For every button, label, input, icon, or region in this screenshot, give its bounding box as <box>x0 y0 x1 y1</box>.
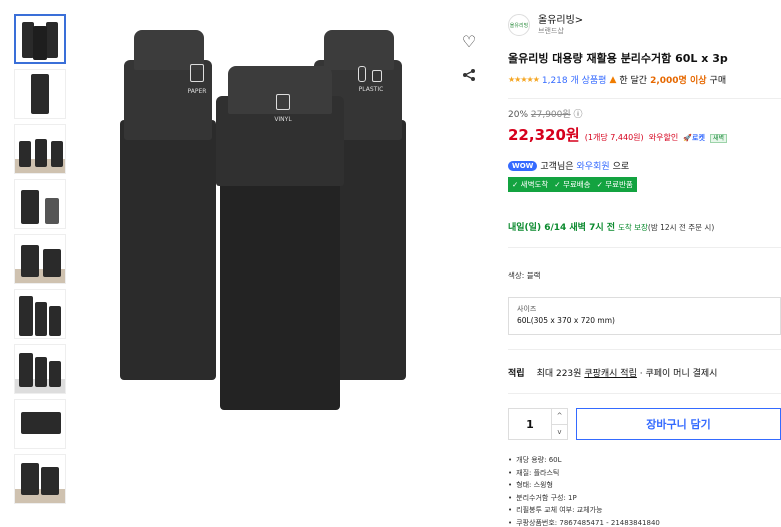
add-to-cart-button[interactable]: 장바구니 담기 <box>576 408 781 440</box>
purchase-note-prefix: 한 달간 <box>619 76 648 86</box>
plastic-label: PLASTIC <box>358 86 384 93</box>
arrival-row: 내일(일) 6/14 새벽 7시 전 도착 보장(밤 12시 전 주문 시) <box>508 220 781 233</box>
cart-row: 1 ^ v 장바구니 담기 <box>508 408 781 440</box>
share-icon[interactable] <box>456 62 482 88</box>
brand-shop-label: 브랜드샵 <box>538 26 564 35</box>
spec-item: 개당 용량: 60L <box>508 454 781 467</box>
discount-rate: 20% <box>508 110 529 120</box>
rating-row: ★★★★★ 1,218 개 상품평 ▲ 한 달간 2,000명 이상 구매 <box>508 73 781 87</box>
thumbnail-2[interactable] <box>14 69 66 119</box>
thumbnail-1[interactable] <box>14 14 66 64</box>
thumbnail-6[interactable] <box>14 289 66 339</box>
recycle-bin-vinyl <box>220 170 340 410</box>
thumbnail-4[interactable] <box>14 179 66 229</box>
unit-price: (1개당 7,440원) <box>584 133 644 142</box>
perk-badges: ✓ 새벽도착 ✓ 무료배송 ✓ 무료반품 <box>508 177 637 192</box>
bottle-icon <box>358 66 366 82</box>
earn-label: 적립 <box>508 369 525 379</box>
color-option: 색상: 블랙 <box>508 271 541 280</box>
quantity-stepper[interactable]: 1 ^ v <box>508 408 568 440</box>
purchase-suffix: 구매 <box>709 76 727 86</box>
earn-prefix: 최대 223원 <box>536 369 582 379</box>
product-title: 올유리빙 대용량 재활용 분리수거함 60L x 3p <box>508 52 728 65</box>
paper-icon <box>190 64 204 82</box>
star-rating-icon: ★★★★★ <box>508 75 540 84</box>
earn-suffix: · 쿠페이 머니 결제시 <box>639 369 718 379</box>
spec-item: 쿠팡상품번호: 7867485471 - 21483841840 <box>508 517 781 527</box>
divider <box>508 247 781 248</box>
quantity-value[interactable]: 1 <box>509 409 551 439</box>
perk-free-return: ✓ 무료반품 <box>596 180 633 189</box>
divider <box>508 349 781 350</box>
quantity-down-button[interactable]: v <box>552 425 567 440</box>
thumbnail-9[interactable] <box>14 454 66 504</box>
spec-list: 개당 용량: 60L 재질: 플라스틱 형태: 스윙형 분리수거함 구성: 1P… <box>508 454 781 527</box>
size-value: 60L(305 x 370 x 720 mm) <box>517 316 615 325</box>
fire-icon: ▲ <box>609 74 617 85</box>
spec-item: 분리수거함 구성: 1P <box>508 492 781 505</box>
thumbnail-list <box>14 14 66 509</box>
arrival-date: 내일(일) 6/14 새벽 7시 전 <box>508 223 616 233</box>
thumbnail-3[interactable] <box>14 124 66 174</box>
product-main-image: PAPER PLASTIC VINYL <box>120 20 460 420</box>
spec-item: 형태: 스윙형 <box>508 479 781 492</box>
brand-row[interactable]: 올유리빙 올유리빙> 브랜드샵 <box>508 12 781 38</box>
quantity-up-button[interactable]: ^ <box>552 409 567 425</box>
spec-item: 재질: 플라스틱 <box>508 467 781 480</box>
dawn-badge: 새벽 <box>709 134 728 143</box>
price-row: 22,320원 (1개당 7,440원) 와우할인 🚀로켓 새벽 <box>508 124 781 145</box>
wow-text-a: 고객님은 <box>540 162 574 172</box>
size-label: 사이즈 <box>517 305 537 313</box>
vinyl-label: VINYL <box>274 116 292 123</box>
divider <box>508 393 781 394</box>
info-icon[interactable]: ⓘ <box>574 110 583 120</box>
thumbnail-8[interactable] <box>14 399 66 449</box>
recycle-bin-paper <box>120 120 216 380</box>
original-price: 27,900원 <box>530 110 571 120</box>
thumbnail-7[interactable] <box>14 344 66 394</box>
paper-label: PAPER <box>187 88 207 95</box>
perk-free-shipping: ✓ 무료배송 <box>554 180 591 189</box>
review-count-link[interactable]: 1,218 개 상품평 <box>542 73 607 86</box>
wow-discount-label: 와우할인 <box>648 133 679 142</box>
perk-dawn-delivery: ✓ 새벽도착 <box>512 180 549 189</box>
arrival-note: (밤 12시 전 주문 시) <box>647 223 715 232</box>
size-selector[interactable]: 사이즈 60L(305 x 370 x 720 mm) <box>508 297 781 335</box>
brand-name[interactable]: 올유리빙> <box>538 15 583 27</box>
wow-text-c: 으로 <box>612 162 630 172</box>
thumbnail-5[interactable] <box>14 234 66 284</box>
brand-logo: 올유리빙 <box>508 14 530 36</box>
sale-price: 22,320원 <box>508 126 580 144</box>
arrival-guarantee: 도착 보장 <box>617 223 648 232</box>
rocket-label: 로켓 <box>692 134 705 142</box>
purchase-count: 2,000명 이상 <box>650 76 707 86</box>
wow-badge: WOW <box>508 160 538 171</box>
earn-row: 적립 최대 223원 쿠팡캐시 적립 · 쿠페이 머니 결제시 <box>508 366 781 379</box>
discount-row: 20% 27,900원 ⓘ <box>508 107 781 120</box>
share-glyph <box>463 69 475 81</box>
coupang-cash-link[interactable]: 쿠팡캐시 적립 <box>584 369 637 379</box>
divider <box>508 98 781 99</box>
recycle-icon <box>372 70 382 82</box>
bag-icon <box>276 94 290 110</box>
heart-icon[interactable]: ♡ <box>456 28 482 54</box>
rocket-icon: 🚀로켓 <box>683 134 705 142</box>
wow-member-link[interactable]: 와우회원 <box>577 159 610 172</box>
product-info-panel: 올유리빙 올유리빙> 브랜드샵 올유리빙 대용량 재활용 분리수거함 60L x… <box>508 12 781 527</box>
spec-item: 리필봉투 교체 여부: 교체가능 <box>508 504 781 517</box>
wow-row: WOW 고객님은 와우회원 으로 <box>508 159 781 172</box>
